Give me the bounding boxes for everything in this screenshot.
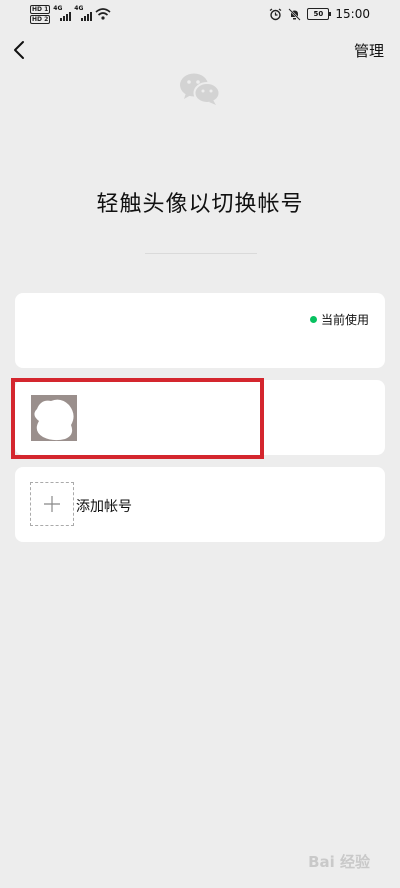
current-status-dot [309,316,317,323]
status-left: HD 1 HD 2 4G 4G [30,3,111,25]
add-account-label[interactable]: 添加帐号 [76,496,132,516]
current-status: 当前使用 [309,311,369,328]
alarm-icon [270,8,282,20]
wifi-icon [95,8,111,20]
title-divider [145,253,257,254]
account-card-current[interactable]: 当前使用 [15,293,385,368]
status-time: 15:00 [335,7,370,21]
signal-2-icon: 4G [74,5,93,23]
hd-indicators: HD 1 HD 2 [30,4,51,24]
net1-label: 4G [53,5,63,12]
signal-1-icon: 4G [53,5,72,23]
status-right: 50 15:00 [269,3,370,25]
hd2-badge: HD 2 [30,14,51,24]
add-account-button[interactable] [30,482,74,526]
highlight-box [11,378,264,459]
mute-bell-icon [288,7,302,21]
plus-icon [44,496,60,512]
net2-label: 4G [74,5,84,12]
back-arrow-icon[interactable] [8,36,32,64]
current-status-label: 当前使用 [320,313,369,327]
battery-icon: 50 [307,8,332,20]
hd1-badge: HD 1 [30,4,51,14]
wechat-logo-icon [180,73,221,105]
page-title: 轻触头像以切换帐号 [96,192,304,217]
watermark: Bai 经验 [308,853,370,871]
status-bar: HD 1 HD 2 4G 4G 50 15:00 [0,0,400,28]
manage-button[interactable]: 管理 [354,40,384,61]
add-account-card[interactable]: 添加帐号 [15,467,385,542]
